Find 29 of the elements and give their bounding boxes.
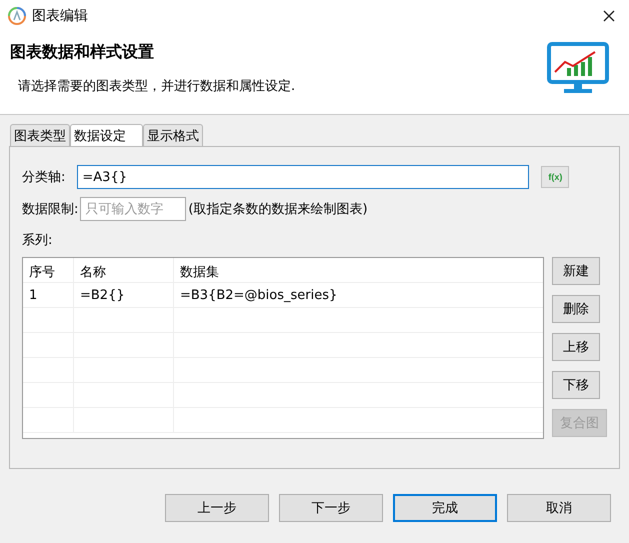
table-cell-text: =B3{B2=@bios_series} bbox=[179, 287, 338, 305]
field-label: 分类轴: bbox=[22, 169, 66, 186]
column-header: 数据集 bbox=[179, 264, 220, 282]
window-title: 图表编辑 bbox=[32, 7, 89, 25]
hint-text: (取指定条数的数据来绘制图表) bbox=[188, 201, 368, 218]
monitor-chart-icon bbox=[547, 42, 609, 96]
tab[interactable]: 显示格式 bbox=[143, 124, 203, 146]
header-title: 图表数据和样式设置 bbox=[10, 42, 155, 63]
close-icon[interactable] bbox=[603, 10, 615, 22]
side-button[interactable]: 下移 bbox=[552, 371, 600, 399]
input-field[interactable]: 只可输入数字 bbox=[80, 197, 186, 221]
section-label: 系列: bbox=[22, 232, 52, 249]
footer-button[interactable]: 完成 bbox=[393, 494, 497, 522]
side-button[interactable]: 新建 bbox=[552, 257, 600, 285]
column-header: 序号 bbox=[23, 258, 74, 282]
app-logo-icon bbox=[8, 7, 26, 25]
table-cell: =B2{} bbox=[74, 283, 174, 307]
footer-button[interactable]: 下一步 bbox=[279, 494, 383, 522]
table-cell: 1 bbox=[23, 283, 74, 307]
footer-button[interactable]: 上一步 bbox=[165, 494, 269, 522]
side-button[interactable]: 上移 bbox=[552, 333, 600, 361]
side-button[interactable]: 删除 bbox=[552, 295, 600, 323]
tab[interactable]: 图表类型 bbox=[10, 124, 70, 146]
footer-button[interactable]: 取消 bbox=[507, 494, 611, 522]
column-header: 名称 bbox=[74, 258, 174, 282]
tab[interactable]: 数据设定 bbox=[70, 124, 143, 146]
field-label: 数据限制: bbox=[22, 201, 78, 218]
input-field[interactable]: =A3{} bbox=[77, 165, 530, 189]
header-subtitle: 请选择需要的图表类型，并进行数据和属性设定. bbox=[18, 78, 296, 95]
